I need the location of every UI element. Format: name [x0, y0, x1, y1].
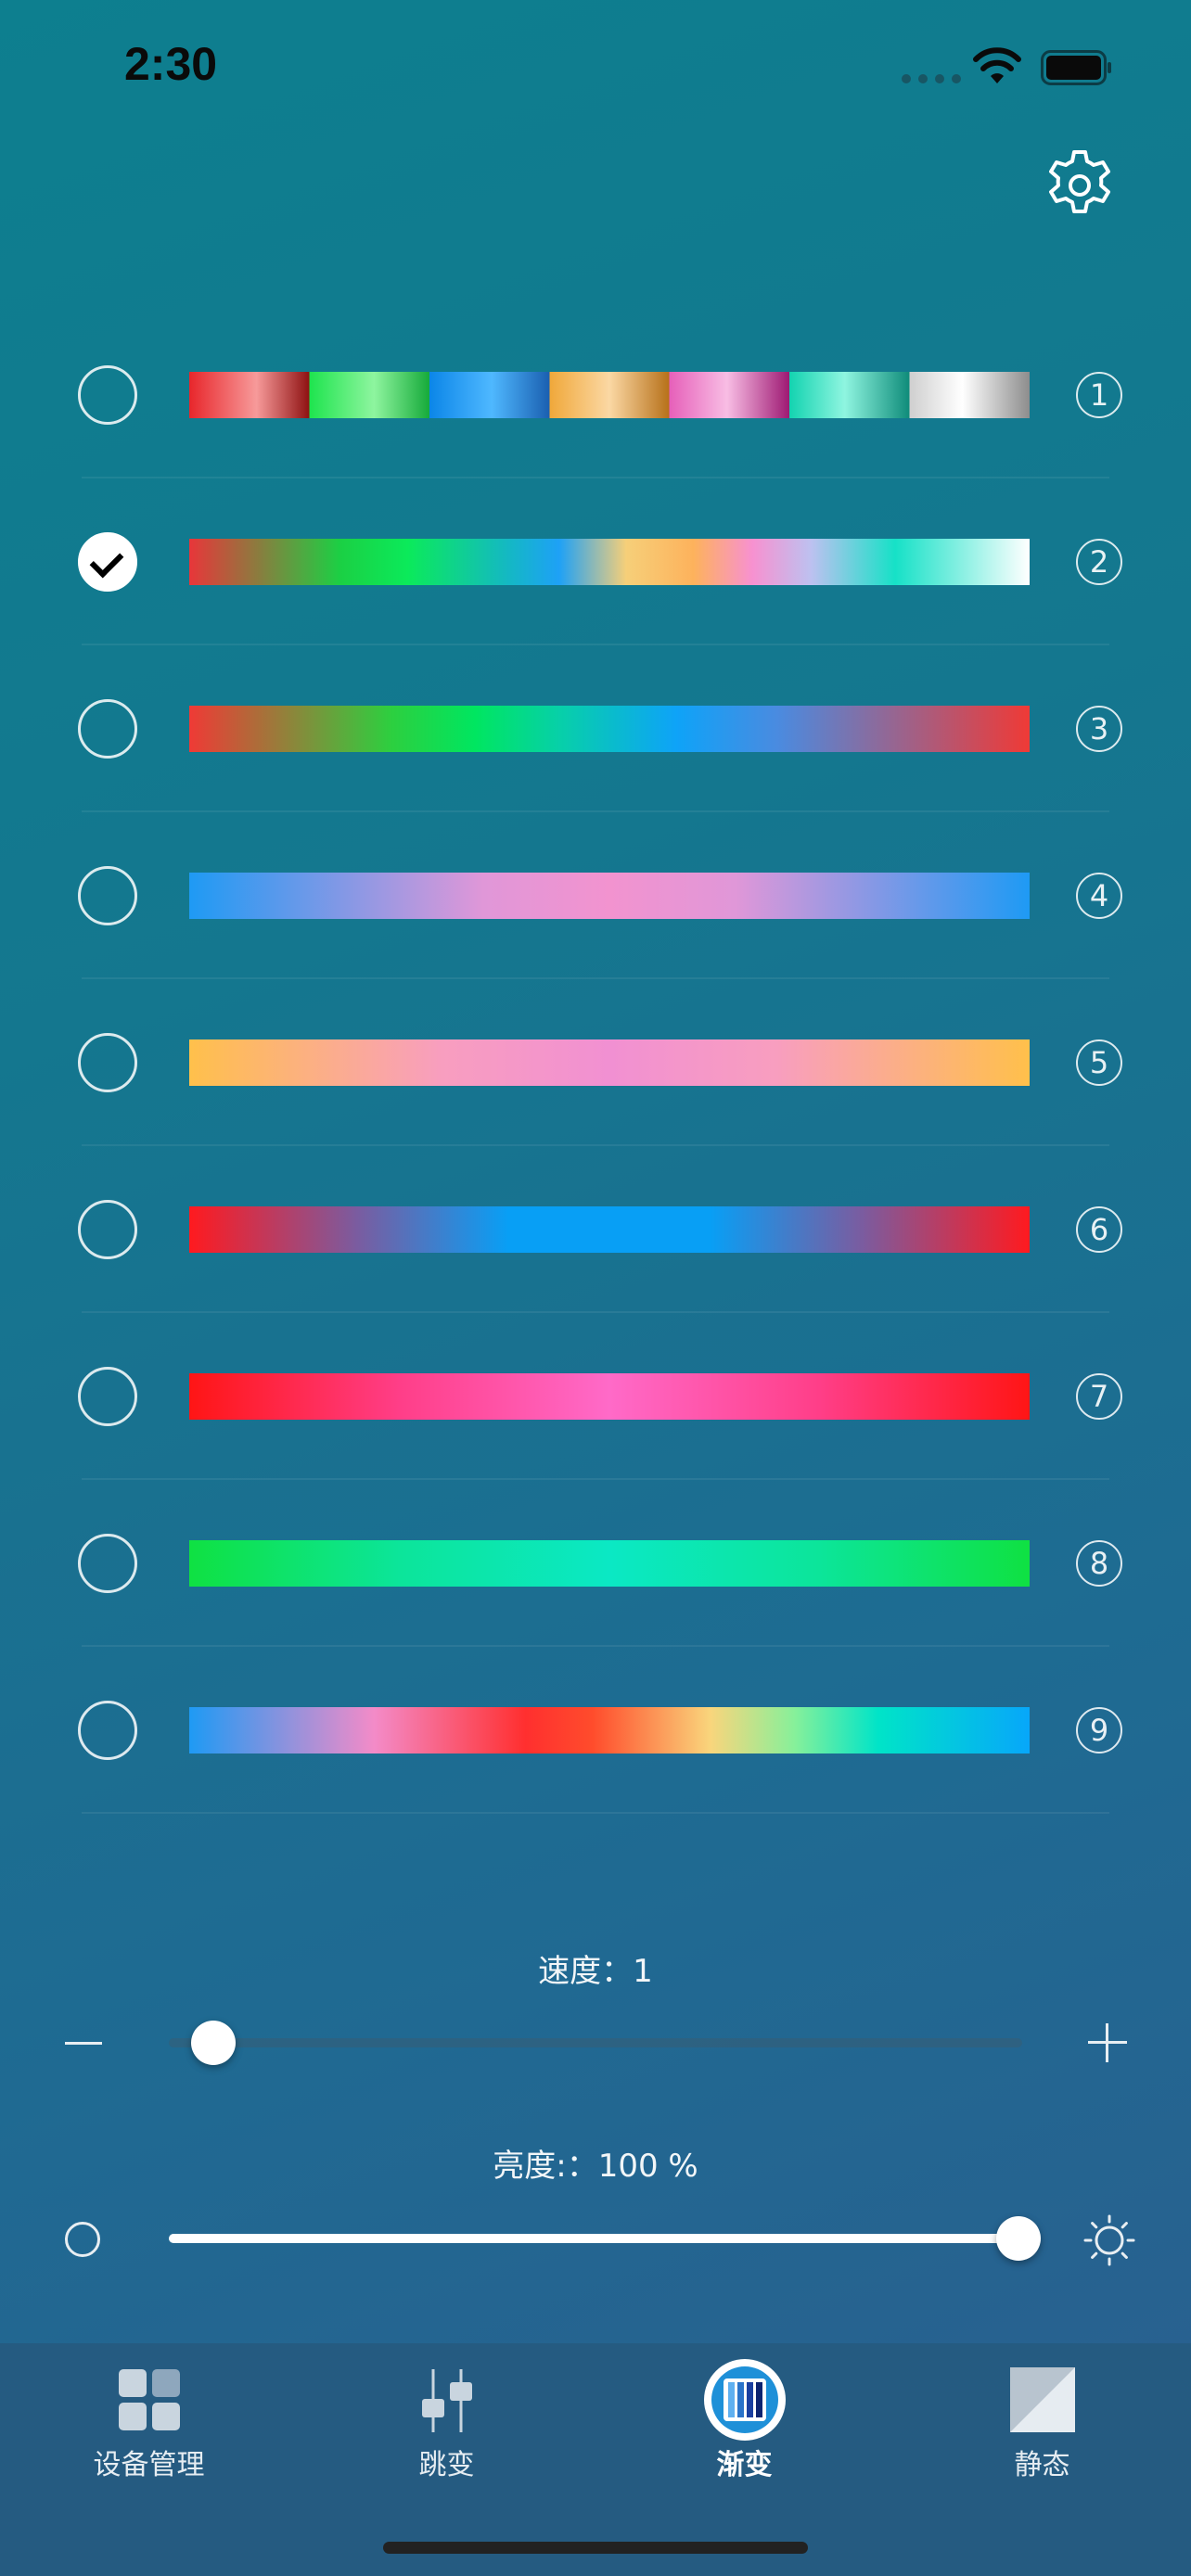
speed-decrease-button[interactable] [65, 2042, 102, 2045]
speed-slider-thumb[interactable] [191, 2021, 237, 2065]
cellular-signal-icon [902, 74, 961, 83]
home-indicator [383, 2542, 808, 2554]
brightness-slider[interactable] [169, 2216, 1041, 2261]
sun-icon [1083, 2214, 1135, 2266]
gradient-number: 6 [1076, 1206, 1122, 1253]
gradient-number: 9 [1076, 1707, 1122, 1753]
gradient-row[interactable]: 8 [0, 1480, 1191, 1647]
radio-unchecked[interactable] [78, 866, 137, 925]
speed-label: 速度：1 [538, 1953, 653, 1990]
gradient-bar[interactable] [189, 1039, 1030, 1086]
row-divider [82, 1812, 1109, 1814]
radio-unchecked[interactable] [78, 1367, 137, 1426]
tab-label: 静态 [1014, 2449, 1070, 2481]
radio-unchecked[interactable] [78, 365, 137, 425]
gradient-number: 8 [1076, 1540, 1122, 1587]
gradient-bar[interactable] [189, 706, 1030, 752]
gradient-number: 1 [1076, 372, 1122, 418]
tab-gradient[interactable]: 渐变 [596, 2343, 893, 2492]
gradient-number: 7 [1076, 1373, 1122, 1420]
gradient-bar[interactable] [189, 372, 1030, 418]
radio-checked[interactable] [78, 532, 137, 592]
gradient-number: 2 [1076, 539, 1122, 585]
tab-static[interactable]: 静态 [893, 2343, 1191, 2492]
gradient-row[interactable]: 5 [0, 979, 1191, 1146]
battery-icon [1041, 50, 1111, 85]
gradient-bar[interactable] [189, 1707, 1030, 1753]
radio-unchecked[interactable] [78, 1033, 137, 1092]
device-grid-icon [118, 2369, 180, 2430]
gradient-bar[interactable] [189, 539, 1030, 585]
wifi-icon [973, 47, 1021, 83]
gradient-row[interactable]: 6 [0, 1146, 1191, 1313]
radio-unchecked[interactable] [78, 1701, 137, 1760]
gradient-bar[interactable] [189, 873, 1030, 919]
tab-label: 渐变 [716, 2449, 773, 2481]
status-time: 2:30 [124, 38, 218, 90]
radio-unchecked[interactable] [78, 1534, 137, 1593]
brightness-slider-thumb[interactable] [996, 2216, 1041, 2261]
gradient-bar[interactable] [189, 1540, 1030, 1587]
gradient-number: 4 [1076, 873, 1122, 919]
gradient-row[interactable]: 7 [0, 1313, 1191, 1480]
gradient-row[interactable]: 3 [0, 645, 1191, 812]
gradient-row[interactable]: 4 [0, 812, 1191, 979]
tab-device-management[interactable]: 设备管理 [0, 2343, 298, 2492]
radio-unchecked[interactable] [78, 1200, 137, 1259]
radio-unchecked[interactable] [78, 699, 137, 759]
tab-label: 跳变 [418, 2449, 475, 2481]
gradient-row[interactable]: 1 [0, 312, 1191, 478]
brightness-low-icon [65, 2222, 100, 2257]
jump-slider-icon [421, 2369, 472, 2432]
brightness-label: 亮度:：100 % [493, 2148, 698, 2185]
brightness-slider-fill [169, 2234, 1022, 2243]
gradient-bar[interactable] [189, 1373, 1030, 1420]
gradient-bar[interactable] [189, 1206, 1030, 1253]
gradient-icon [703, 2359, 786, 2441]
gradient-row[interactable]: 2 [0, 478, 1191, 645]
gradient-number: 5 [1076, 1039, 1122, 1086]
gradient-row[interactable]: 9 [0, 1647, 1191, 1814]
static-icon [1009, 2367, 1075, 2432]
gradient-number: 3 [1076, 706, 1122, 752]
speed-increase-button[interactable] [1088, 2023, 1127, 2062]
tab-jump[interactable]: 跳变 [298, 2343, 596, 2492]
gear-icon[interactable] [1043, 148, 1117, 223]
tab-label: 设备管理 [93, 2449, 205, 2481]
speed-slider[interactable] [169, 2021, 1022, 2065]
